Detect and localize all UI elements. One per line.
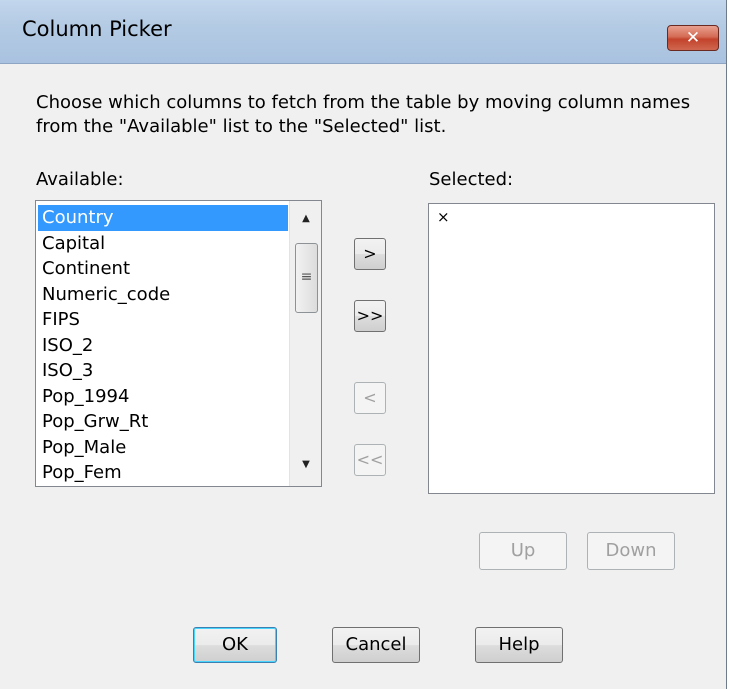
available-label: Available:	[36, 169, 124, 190]
available-items: Country Capital Continent Numeric_code F…	[38, 205, 288, 486]
title-bar[interactable]: Column Picker ✕	[0, 0, 726, 64]
move-up-button[interactable]: Up	[479, 532, 567, 570]
close-button[interactable]: ✕	[667, 25, 719, 51]
selected-label: Selected:	[429, 169, 514, 190]
instructions-text: Choose which columns to fetch from the t…	[36, 92, 691, 137]
close-icon: ✕	[685, 28, 701, 48]
list-item[interactable]: Pop_Grw_Rt	[38, 409, 288, 435]
list-item[interactable]: Country	[38, 205, 288, 231]
scroll-up-icon[interactable]: ▲	[290, 207, 321, 243]
list-item[interactable]: Numeric_code	[38, 282, 288, 308]
help-button[interactable]: Help	[475, 627, 563, 663]
available-scrollbar[interactable]: ▲ ≡ ▼	[289, 201, 321, 486]
list-item[interactable]: FIPS	[38, 307, 288, 333]
list-item[interactable]: Continent	[38, 256, 288, 282]
list-item[interactable]: Pop_1994	[38, 384, 288, 410]
move-down-button[interactable]: Down	[587, 532, 675, 570]
dialog-title: Column Picker	[22, 17, 172, 41]
remove-all-columns-button[interactable]: <<	[354, 444, 386, 476]
available-listbox[interactable]: Country Capital Continent Numeric_code F…	[35, 200, 322, 487]
remove-column-button[interactable]: <	[354, 382, 386, 414]
ok-button[interactable]: OK	[193, 627, 277, 663]
cancel-button[interactable]: Cancel	[332, 627, 420, 663]
column-picker-dialog: Column Picker ✕ Choose which columns to …	[0, 0, 727, 689]
scroll-down-icon[interactable]: ▼	[290, 450, 321, 486]
scroll-thumb[interactable]: ≡	[295, 243, 318, 313]
add-column-button[interactable]: >	[354, 238, 386, 270]
list-item[interactable]: Capital	[38, 231, 288, 257]
list-item[interactable]: Pop_Fem	[38, 460, 288, 486]
list-item[interactable]: ISO_2	[38, 333, 288, 359]
list-item[interactable]: ISO_3	[38, 358, 288, 384]
selected-listbox[interactable]: ×	[428, 203, 715, 494]
list-item[interactable]: ×	[437, 208, 450, 226]
list-item[interactable]: Pop_Male	[38, 435, 288, 461]
grip-icon: ≡	[300, 269, 313, 285]
add-all-columns-button[interactable]: >>	[354, 300, 386, 332]
